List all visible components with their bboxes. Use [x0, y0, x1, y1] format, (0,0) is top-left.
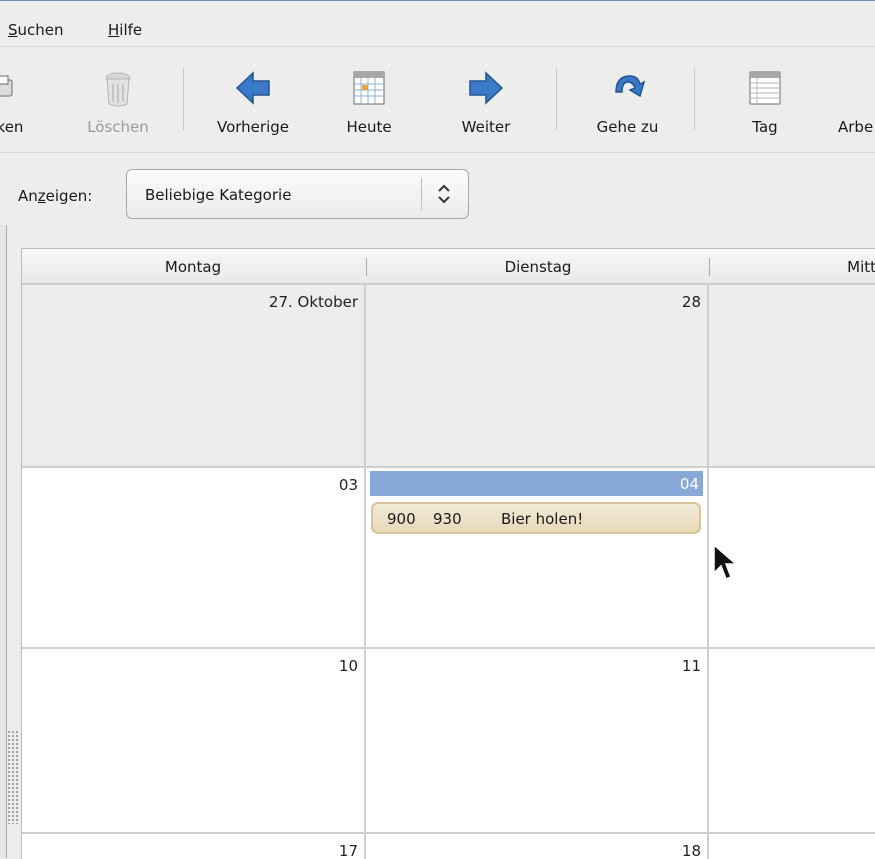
calendar-icon: [353, 71, 385, 105]
category-select[interactable]: Beliebige Kategorie: [126, 169, 469, 219]
menu-suchen[interactable]: Suchen: [8, 21, 64, 39]
mouse-pointer-icon: [713, 543, 739, 580]
delete-label: Löschen: [87, 118, 149, 136]
day-number: 17: [338, 842, 358, 859]
menu-hilfe[interactable]: Hilfe: [108, 21, 142, 39]
workweek-view-button[interactable]: Arbe: [822, 48, 875, 152]
resize-grip[interactable]: [7, 730, 19, 824]
day-cell[interactable]: 17: [22, 834, 364, 859]
day-view-button[interactable]: Tag: [725, 48, 805, 152]
select-divider: [421, 178, 422, 210]
day-number: 11: [681, 657, 701, 675]
day-cell[interactable]: 28: [366, 285, 707, 466]
menu-bar: Suchen Hilfe: [0, 1, 875, 45]
event-end-time: 930: [433, 510, 462, 528]
day-cell[interactable]: [709, 649, 875, 832]
jump-arrow-icon: [614, 75, 645, 98]
previous-button[interactable]: Vorherige: [198, 48, 308, 152]
arrow-right-icon: [469, 71, 504, 105]
menu-separator: [0, 46, 875, 47]
column-header-wednesday: Mitt: [847, 258, 875, 276]
column-header-monday: Montag: [164, 258, 222, 276]
previous-label: Vorherige: [217, 118, 289, 136]
day-number: 10: [338, 657, 358, 675]
today-button[interactable]: Heute: [329, 48, 409, 152]
day-cell[interactable]: 11: [366, 649, 707, 832]
month-calendar: Montag Dienstag Mitt 27. Oktober 28 03 0…: [21, 248, 875, 859]
day-number: 28: [681, 293, 701, 311]
arrow-left-icon: [235, 71, 270, 105]
day-cell[interactable]: 27. Oktober: [22, 285, 364, 466]
day-number: 03: [338, 476, 358, 494]
toolbar: ken Löschen Vorherige Heute Weiter Gehe …: [0, 48, 875, 152]
day-cell[interactable]: 10: [22, 649, 364, 832]
updown-chevron-icon: [438, 184, 450, 204]
today-highlight: 04: [370, 471, 703, 496]
day-view-label: Tag: [752, 118, 778, 136]
filter-label: Anzeigen:: [18, 187, 93, 205]
header-separator: [709, 258, 710, 276]
day-number: 04: [679, 475, 699, 493]
toolbar-bottom-separator: [0, 152, 875, 153]
print-button[interactable]: ken: [0, 48, 40, 152]
event-title: Bier holen!: [501, 510, 584, 528]
print-label: ken: [0, 118, 24, 136]
toolbar-separator: [694, 68, 695, 130]
next-button[interactable]: Weiter: [436, 48, 536, 152]
column-header-tuesday: Dienstag: [504, 258, 572, 276]
day-number: 27. Oktober: [268, 293, 358, 311]
next-label: Weiter: [461, 118, 511, 136]
day-view-icon: [749, 71, 781, 105]
day-cell[interactable]: [709, 285, 875, 466]
trash-icon: [105, 72, 131, 107]
toolbar-separator: [183, 68, 184, 130]
goto-label: Gehe zu: [596, 118, 659, 136]
day-cell[interactable]: 03: [22, 468, 364, 647]
day-cell-today[interactable]: 04 900 930 Bier holen!: [366, 468, 707, 647]
calendar-header: Montag Dienstag Mitt: [22, 249, 875, 284]
calendar-event[interactable]: 900 930 Bier holen!: [371, 502, 701, 534]
today-label: Heute: [346, 118, 392, 136]
day-cell[interactable]: [709, 834, 875, 859]
pane-frame: [0, 225, 7, 858]
day-number: 18: [681, 842, 701, 859]
printer-icon: [0, 75, 13, 97]
toolbar-separator: [556, 68, 557, 130]
delete-button[interactable]: Löschen: [68, 48, 168, 152]
day-cell[interactable]: 18: [366, 834, 707, 859]
category-select-value: Beliebige Kategorie: [145, 186, 292, 204]
goto-button[interactable]: Gehe zu: [575, 48, 680, 152]
workweek-view-label: Arbe: [838, 118, 874, 136]
event-start-time: 900: [387, 510, 416, 528]
